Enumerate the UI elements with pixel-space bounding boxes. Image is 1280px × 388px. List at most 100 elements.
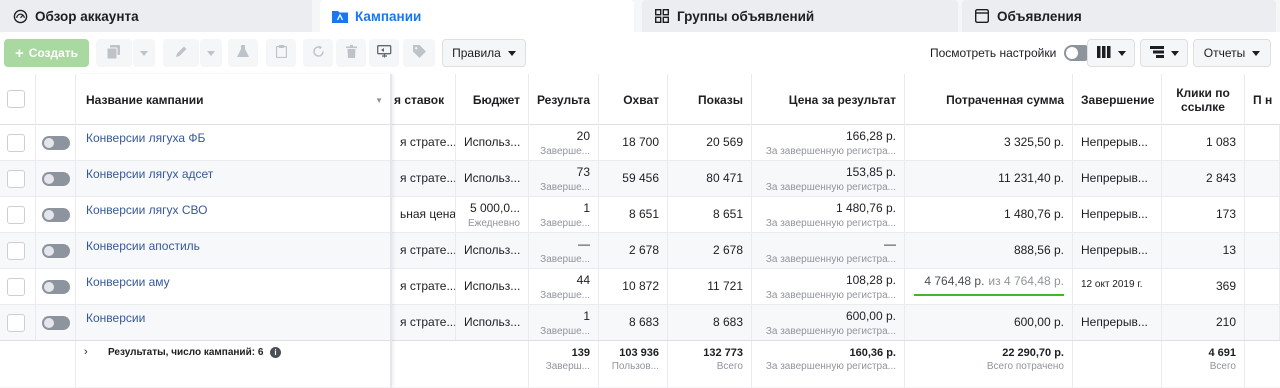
tab-account-overview[interactable]: Обзор аккаунта xyxy=(0,0,312,32)
totals-label-cell[interactable]: › Результаты, число кампаний: 6 i xyxy=(76,341,392,388)
refresh-button[interactable] xyxy=(303,39,333,67)
export-button[interactable] xyxy=(369,39,399,67)
row-select-cell xyxy=(0,269,36,305)
campaign-name-link[interactable]: Конверсии лягуха ФБ xyxy=(86,131,205,145)
ends-value: Непрерыв... xyxy=(1081,171,1148,185)
ab-test-button[interactable] xyxy=(228,39,258,67)
results-value: 1 xyxy=(583,309,590,323)
row-toggle-cell xyxy=(36,233,76,269)
row-checkbox[interactable] xyxy=(7,314,25,332)
header-bid-strategy[interactable]: я ставок xyxy=(392,74,456,125)
cpr-subtext: За завершенную регистра... xyxy=(765,254,896,265)
duplicate-button[interactable] xyxy=(96,39,132,67)
table-row[interactable]: Конверсии лягух адсет я страте... Использ.… xyxy=(0,161,1280,197)
tab-ads[interactable]: Объявления xyxy=(962,0,1276,32)
cell-spent: 4 764,48 р. из 4 764,48 р. xyxy=(905,269,1073,305)
clicks-value: 210 xyxy=(1215,315,1236,329)
reports-dropdown[interactable]: Отчеты xyxy=(1193,39,1271,67)
reach-value: 2 678 xyxy=(628,243,659,257)
campaign-status-toggle[interactable] xyxy=(42,280,70,294)
rules-dropdown[interactable]: Правила xyxy=(442,39,526,67)
row-checkbox[interactable] xyxy=(7,278,25,296)
info-icon[interactable]: i xyxy=(270,347,281,358)
row-select-cell xyxy=(0,125,36,161)
clipboard-button[interactable] xyxy=(266,39,296,67)
tab-campaigns[interactable]: Кампании xyxy=(320,0,634,32)
ends-value: Непрерыв... xyxy=(1081,135,1148,149)
edit-button[interactable] xyxy=(163,39,199,67)
impressions-value: 11 721 xyxy=(707,279,743,293)
bid-value: я страте... xyxy=(400,135,456,149)
table-row[interactable]: Конверсии я страте... Использ... 1 Заверше..… xyxy=(0,305,1280,341)
row-checkbox[interactable] xyxy=(7,134,25,152)
edit-dropdown[interactable] xyxy=(200,39,222,67)
header-ends[interactable]: Завершение xyxy=(1073,74,1162,125)
totals-amount-spent: 22 290,70 р. Всего потрачено xyxy=(905,341,1073,388)
delete-button[interactable] xyxy=(336,39,366,67)
header-amount-spent[interactable]: Потраченная сумма xyxy=(905,74,1073,125)
row-toggle-cell xyxy=(36,197,76,233)
breakdown-icon xyxy=(1149,45,1164,61)
campaign-status-toggle[interactable] xyxy=(42,208,70,222)
sort-icon[interactable]: ▼ xyxy=(375,96,383,105)
cell-bid: я страте... xyxy=(392,233,456,269)
header-campaign-name[interactable]: Название кампании ▼ xyxy=(76,74,392,125)
row-checkbox[interactable] xyxy=(7,170,25,188)
campaign-name-link[interactable]: Конверсии аму xyxy=(86,275,170,289)
columns-icon xyxy=(1096,45,1111,61)
budget-subtext: Ежедневно xyxy=(467,218,520,229)
breakdown-button[interactable] xyxy=(1140,39,1188,67)
cpr-value: 108,28 р. xyxy=(845,273,896,287)
table-row[interactable]: Конверсии апостиль я страте... Использ... —… xyxy=(0,233,1280,269)
header-link-clicks[interactable]: Клики по ссылке xyxy=(1162,74,1245,125)
header-reach[interactable]: Охват xyxy=(599,74,668,125)
campaign-status-toggle[interactable] xyxy=(42,136,70,150)
header-cost-per-result[interactable]: Цена за результат xyxy=(752,74,905,125)
tag-button[interactable] xyxy=(403,39,435,67)
impressions-value: 2 678 xyxy=(712,243,743,257)
row-checkbox[interactable] xyxy=(7,242,25,260)
cpr-subtext: За завершенную регистра... xyxy=(765,290,896,301)
cell-more xyxy=(1245,125,1280,161)
budget-value: 5 000,0... xyxy=(469,201,520,215)
cpr-value: 600,00 р. xyxy=(845,309,896,323)
results-subtext: Заверше... xyxy=(540,326,590,337)
spent-value: 11 231,40 р. xyxy=(998,171,1064,185)
cell-bid: я страте... xyxy=(392,161,456,197)
create-button[interactable]: + Создать xyxy=(4,39,89,67)
reach-value: 59 456 xyxy=(622,171,659,185)
header-results[interactable]: Результа xyxy=(529,74,599,125)
header-impressions[interactable]: Показы xyxy=(668,74,752,125)
campaign-name-link[interactable]: Конверсии апостиль xyxy=(86,239,200,253)
row-toggle-cell xyxy=(36,125,76,161)
cell-spent: 888,56 р. xyxy=(905,233,1073,269)
totals-link-clicks: 4 691 Всего xyxy=(1162,341,1245,388)
campaign-name-link[interactable]: Конверсии xyxy=(86,311,145,325)
table-row[interactable]: Конверсии лягух СВО ьная цена 5 000,0... Еж… xyxy=(0,197,1280,233)
impressions-value: 8 683 xyxy=(712,315,743,329)
cpr-subtext: За завершенную регистра... xyxy=(765,182,896,193)
columns-button[interactable] xyxy=(1087,39,1135,67)
campaign-status-toggle[interactable] xyxy=(42,316,70,330)
campaign-status-toggle[interactable] xyxy=(42,244,70,258)
header-more[interactable]: П н xyxy=(1245,74,1280,125)
table-row[interactable]: Конверсии аму я страте... Использ... 44 Заве… xyxy=(0,269,1280,305)
campaign-name-link[interactable]: Конверсии лягух адсет xyxy=(86,167,213,181)
cell-more xyxy=(1245,233,1280,269)
select-all-checkbox[interactable] xyxy=(7,90,25,108)
table-header: Название кампании ▼ я ставок Бюджет Резу… xyxy=(0,74,1280,125)
duplicate-dropdown[interactable] xyxy=(133,39,155,67)
chevron-right-icon[interactable]: › xyxy=(84,346,88,358)
campaign-status-toggle[interactable] xyxy=(42,172,70,186)
cell-cpr: — За завершенную регистра... xyxy=(752,233,905,269)
tab-ad-sets[interactable]: Группы объявлений xyxy=(642,0,958,32)
view-settings[interactable]: Посмотреть настройки xyxy=(930,45,1093,61)
bid-value: я страте... xyxy=(400,171,456,185)
cell-spent: 600,00 р. xyxy=(905,305,1073,341)
table-row[interactable]: Конверсии лягуха ФБ я страте... Использ...… xyxy=(0,125,1280,161)
campaign-name-link[interactable]: Конверсии лягух СВО xyxy=(86,203,207,217)
totals-spacer xyxy=(0,341,76,388)
header-budget[interactable]: Бюджет xyxy=(456,74,529,125)
row-checkbox[interactable] xyxy=(7,206,25,224)
reach-value: 8 683 xyxy=(628,315,659,329)
